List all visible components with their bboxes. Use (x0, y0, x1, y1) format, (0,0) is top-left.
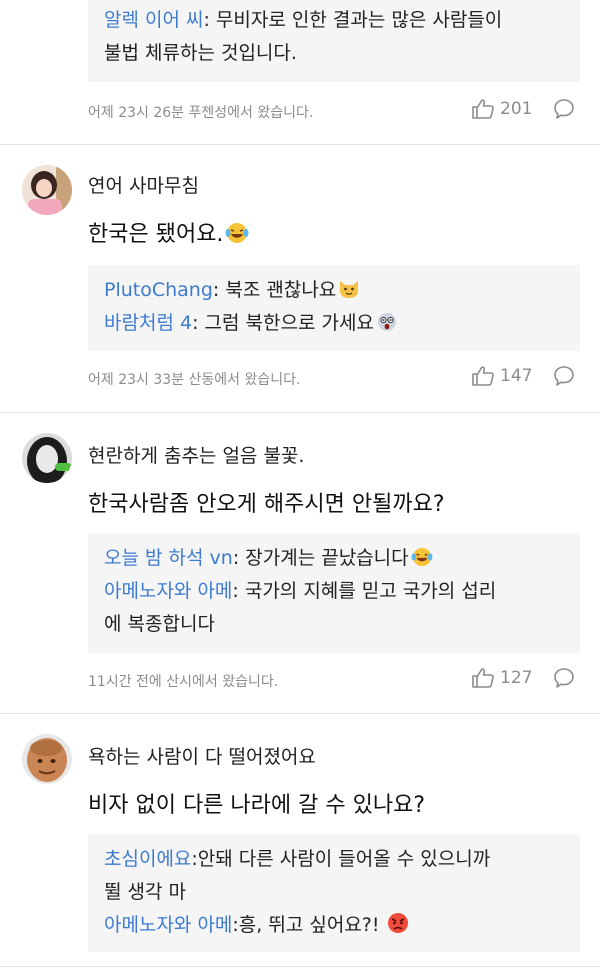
divider (0, 144, 600, 145)
shocked-emoji (377, 313, 396, 331)
laughing-crying-emoji (411, 547, 433, 567)
thumbs-up-icon (472, 668, 494, 688)
reply-text: :안돼 다른 사람이 들어올 수 있으니까 (191, 848, 491, 870)
reply-author[interactable]: 바람처럼 4 (104, 312, 192, 334)
reply-author[interactable]: 오늘 밤 하석 vn (104, 547, 233, 569)
reply-line: 뛸 생각 마 (104, 876, 564, 909)
comment-meta: 어제 23시 26분 푸젠성에서 왔습니다. (88, 105, 314, 121)
comment-username[interactable]: 연어 사마무침 (88, 171, 199, 198)
like-count: 127 (500, 668, 533, 688)
reply-author[interactable]: 아메노자와 아메 (104, 914, 232, 936)
reply-text: : 북조 괜찮나요 (212, 279, 337, 301)
avatar[interactable] (22, 433, 72, 483)
avatar[interactable] (22, 165, 72, 215)
laughing-crying-emoji (225, 223, 249, 243)
comment-bubble-icon[interactable] (553, 365, 575, 387)
like-button[interactable]: 127 (472, 668, 532, 688)
cat-emoji (340, 281, 359, 298)
comment-meta: 어제 23시 33분 산동에서 왔습니다. (88, 372, 301, 388)
reply-box: PlutoChang: 북조 괜찮나요 바람처럼 4: 그럼 북한으로 가세요 (88, 265, 580, 351)
reply-text: : 그럼 북한으로 가세요 (192, 312, 374, 334)
like-count: 147 (500, 366, 533, 386)
reply-text: 불법 체류하는 것입니다. (104, 42, 297, 64)
reply-text: 뛸 생각 마 (104, 881, 186, 903)
reply-line: 알렉 이어 씨: 무비자로 인한 결과는 많은 사람들이 (104, 4, 564, 37)
angry-emoji (387, 913, 408, 933)
reply-author[interactable]: 알렉 이어 씨 (104, 9, 203, 31)
reply-text: 에 복종합니다 (104, 613, 215, 635)
comment-username[interactable]: 욕하는 사람이 다 떨어졌어요 (88, 742, 316, 769)
avatar-image (22, 433, 72, 483)
reply-author[interactable]: PlutoChang (104, 279, 213, 301)
reply-box: 초심이에요:안돼 다른 사람이 들어올 수 있으니까 뛸 생각 마 아메노자와 … (88, 834, 580, 952)
reply-text: : 장가계는 끝났습니다 (232, 547, 409, 569)
like-button[interactable]: 147 (472, 366, 532, 386)
comment-body: 비자 없이 다른 나라에 갈 수 있나요? (88, 793, 425, 818)
reply-box: 오늘 밤 하석 vn: 장가계는 끝났습니다 아메노자와 아메: 국가의 지혜를… (88, 533, 580, 653)
reply-line: 오늘 밤 하석 vn: 장가계는 끝났습니다 (104, 542, 564, 575)
reply-text: : 무비자로 인한 결과는 많은 사람들이 (203, 9, 503, 31)
comment-body: 한국사람좀 안오게 해주시면 안될까요? (88, 492, 445, 517)
thumbs-up-icon (472, 99, 494, 119)
avatar-image (22, 734, 72, 784)
thumbs-up-icon (472, 366, 494, 386)
comment-text: 한국은 됐어요. (88, 222, 224, 247)
reply-line: 아메노자와 아메: 국가의 지혜를 믿고 국가의 섭리 (104, 575, 564, 608)
comment-bubble-icon[interactable] (553, 98, 575, 120)
reply-box: 알렉 이어 씨: 무비자로 인한 결과는 많은 사람들이 불법 체류하는 것입니… (88, 0, 580, 82)
avatar[interactable] (22, 734, 72, 784)
avatar-image (22, 165, 72, 215)
comment-body: 한국은 됐어요. (88, 216, 249, 248)
comment-username[interactable]: 현란하게 춤추는 얼음 불꽃. (88, 441, 304, 468)
reply-line: 초심이에요:안돼 다른 사람이 들어올 수 있으니까 (104, 843, 564, 876)
like-button[interactable]: 201 (472, 99, 532, 119)
reply-line: PlutoChang: 북조 괜찮나요 (104, 274, 564, 307)
reply-line: 에 복종합니다 (104, 608, 564, 641)
comment-bubble-icon[interactable] (553, 667, 575, 689)
reply-text: :흥, 뛰고 싶어요?! (232, 914, 380, 936)
reply-text: : 국가의 지혜를 믿고 국가의 섭리 (232, 580, 497, 602)
reply-line: 불법 체류하는 것입니다. (104, 37, 564, 70)
divider (0, 966, 600, 967)
divider (0, 412, 600, 413)
divider (0, 713, 600, 714)
reply-author[interactable]: 초심이에요 (104, 848, 191, 870)
reply-line: 아메노자와 아메:흥, 뛰고 싶어요?! (104, 909, 564, 942)
reply-line: 바람처럼 4: 그럼 북한으로 가세요 (104, 307, 564, 340)
comment-meta: 11시간 전에 산시에서 왔습니다. (88, 674, 279, 690)
reply-author[interactable]: 아메노자와 아메 (104, 580, 232, 602)
like-count: 201 (500, 99, 533, 119)
